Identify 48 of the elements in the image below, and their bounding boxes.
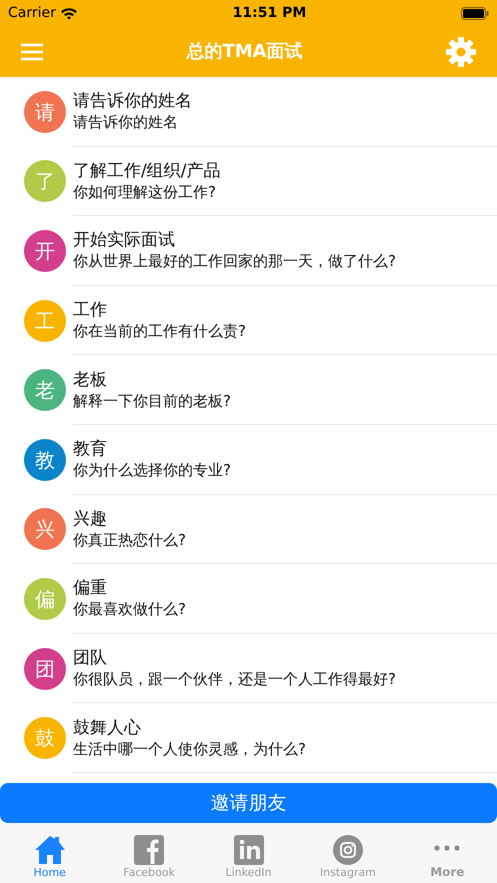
question-title: 教育 [73,438,108,460]
question-subtitle: 解释一下你目前的老板? [73,390,232,411]
question-subtitle: 你在当前的工作有什么责? [73,321,247,342]
invite-friends-button[interactable]: 邀请朋友 [0,783,497,823]
question-subtitle: 你很队员，跟一个伙伴，还是一个人工作得最好? [73,669,397,690]
carrier-label: Carrier [8,4,56,22]
question-title: 开始实际面试 [73,229,176,252]
avatar-circle: 请 [24,90,66,133]
question-title: 偏重 [73,577,108,600]
question-subtitle: 你如何理解这份工作? [73,182,217,202]
question-title: 团队 [73,647,108,670]
wifi-icon [60,6,78,20]
tab-bar-item[interactable]: Instagram [298,823,398,883]
avatar-circle: 团 [24,648,66,690]
tab-bar-item[interactable]: LinkedIn [198,823,298,883]
question-subtitle: 你最喜欢做什么? [73,599,187,620]
menu-icon[interactable] [20,42,44,60]
question-title: 工作 [73,299,108,322]
settings-icon[interactable] [445,36,477,68]
avatar-circle: 了 [24,160,66,202]
clock-time: 11:51 PM [232,4,306,22]
question-subtitle: 请告诉你的姓名 [73,112,179,132]
battery-icon [461,6,489,20]
home-icon [34,834,66,864]
question-title: 请告诉你的姓名 [73,90,193,112]
screen-title: 总的TMA面试 [186,40,303,64]
avatar-circle: 教 [24,438,66,481]
question-subtitle: 你从世界上最好的工作回家的那一天，做了什么? [73,251,397,272]
instagram-icon [332,834,363,864]
question-subtitle: 你为什么选择你的专业? [73,460,232,480]
question-subtitle: 生活中哪一个人使你灵感，为什么? [73,738,307,759]
avatar-circle: 兴 [24,508,66,550]
avatar-circle: 工 [24,300,66,342]
more-icon [434,845,460,851]
tab-bar-item[interactable]: Facebook [99,823,199,883]
facebook-icon [134,834,164,864]
avatar-circle: 开 [24,230,66,272]
avatar-circle: 鼓 [24,717,66,760]
avatar-circle: 偏 [24,578,66,620]
question-title: 了解工作/组织/产品 [73,160,222,182]
tab-bar-item[interactable]: More [398,823,497,883]
avatar-circle: 老 [24,369,66,412]
linkedin-icon [234,834,264,864]
question-title: 老板 [73,368,108,391]
tab-bar-item[interactable]: Home [0,823,100,883]
question-title: 兴趣 [73,508,108,530]
question-title: 鼓舞人心 [73,716,142,739]
question-subtitle: 你真正热恋什么? [73,530,187,550]
